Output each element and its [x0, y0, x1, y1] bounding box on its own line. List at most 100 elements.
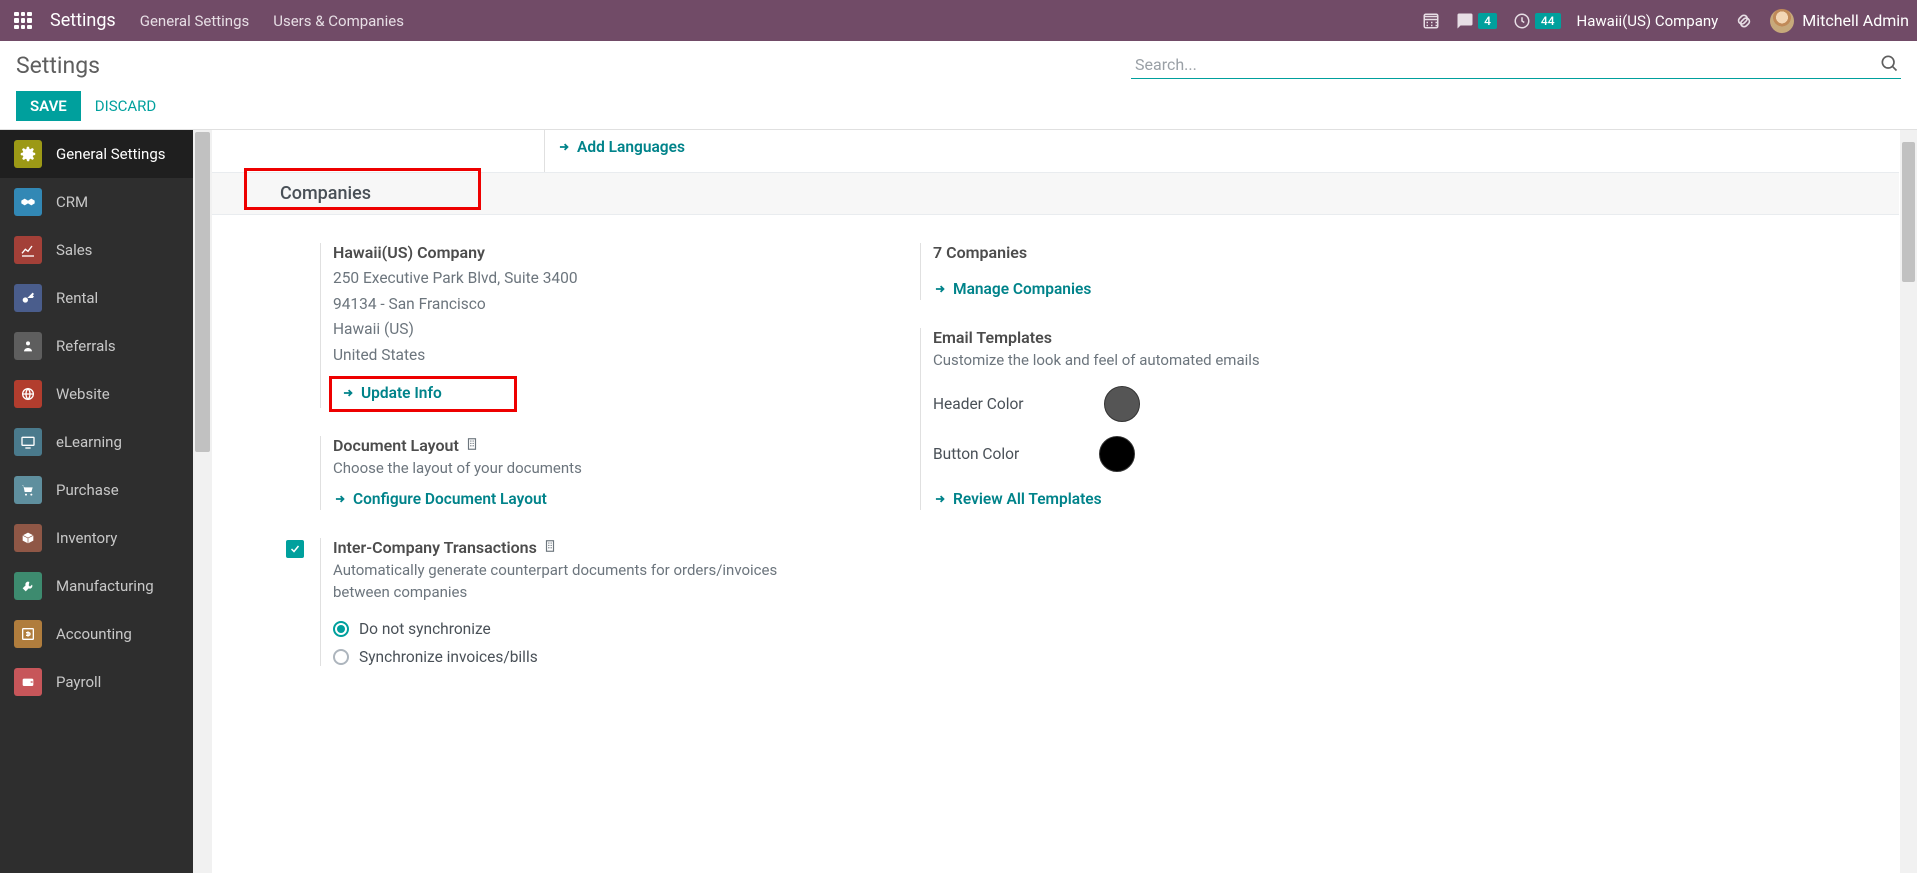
key-icon	[14, 284, 42, 312]
avatar	[1770, 9, 1794, 33]
cp-bottom: SAVE DISCARD	[16, 79, 1901, 129]
radio-sync-inv[interactable]: Synchronize invoices/bills	[333, 648, 832, 666]
content-scrollbar[interactable]	[1900, 130, 1917, 873]
settings-sidebar: General Settings CRM Sales Rental Referr…	[0, 130, 212, 873]
company-address: 250 Executive Park Blvd, Suite 3400 9413…	[333, 266, 832, 368]
review-templates-label: Review All Templates	[953, 490, 1102, 508]
apps-menu-icon[interactable]	[14, 12, 32, 30]
sidebar-item-label: Referrals	[56, 337, 116, 355]
gear-icon	[14, 140, 42, 168]
button-color-row: Button Color	[933, 436, 1432, 472]
voip-icon[interactable]	[1422, 12, 1440, 30]
sidebar-item-purchase[interactable]: Purchase	[0, 466, 212, 514]
topbar: Settings General Settings Users & Compan…	[0, 0, 1917, 41]
main: General Settings CRM Sales Rental Referr…	[0, 129, 1917, 873]
radio-label: Do not synchronize	[359, 620, 491, 638]
sidebar-item-label: eLearning	[56, 433, 122, 451]
user-name: Mitchell Admin	[1802, 11, 1909, 30]
update-info-label: Update Info	[361, 384, 442, 402]
activities-icon[interactable]: 44	[1513, 12, 1561, 30]
messages-badge: 4	[1478, 13, 1497, 29]
arrow-right-icon	[557, 140, 571, 154]
person-icon	[14, 332, 42, 360]
empty-chk	[272, 436, 304, 510]
sidebar-item-crm[interactable]: CRM	[0, 178, 212, 226]
save-button[interactable]: SAVE	[16, 91, 81, 121]
doc-layout-block: Document Layout Choose the layout of you…	[272, 436, 832, 510]
menu-general-settings[interactable]: General Settings	[140, 12, 250, 30]
doc-layout-title: Document Layout	[333, 436, 832, 455]
empty-chk	[872, 328, 904, 510]
sidebar-item-website[interactable]: Website	[0, 370, 212, 418]
sidebar-scrollbar[interactable]	[193, 130, 212, 873]
sidebar-item-label: Rental	[56, 289, 98, 307]
sidebar-item-manufacturing[interactable]: Manufacturing	[0, 562, 212, 610]
interco-title: Inter-Company Transactions	[333, 538, 832, 557]
sidebar-item-payroll[interactable]: Payroll	[0, 658, 212, 706]
screen-icon	[14, 428, 42, 456]
radio-icon	[333, 649, 349, 665]
chart-icon	[14, 236, 42, 264]
manage-companies-link[interactable]: Manage Companies	[933, 280, 1091, 298]
sidebar-item-label: Website	[56, 385, 110, 403]
search-input[interactable]	[1131, 51, 1901, 79]
interco-checkbox[interactable]	[286, 540, 304, 558]
cart-icon	[14, 476, 42, 504]
sidebar-item-rental[interactable]: Rental	[0, 274, 212, 322]
companies-count-block: 7 Companies Manage Companies	[872, 243, 1432, 300]
companies-settings-grid: Hawaii(US) Company 250 Executive Park Bl…	[212, 215, 1899, 694]
email-templates-block: Email Templates Customize the look and f…	[872, 328, 1432, 510]
sidebar-item-label: CRM	[56, 193, 88, 211]
manage-companies-label: Manage Companies	[953, 280, 1091, 298]
empty-chk	[272, 243, 304, 408]
header-color-swatch[interactable]	[1104, 386, 1140, 422]
radio-no-sync[interactable]: Do not synchronize	[333, 620, 832, 638]
company-switcher[interactable]: Hawaii(US) Company	[1577, 12, 1719, 30]
sidebar-item-label: Inventory	[56, 529, 117, 547]
wallet-icon	[14, 668, 42, 696]
search-icon[interactable]	[1879, 53, 1899, 77]
messages-icon[interactable]: 4	[1456, 12, 1497, 30]
sidebar-item-label: Accounting	[56, 625, 132, 643]
email-tpl-desc: Customize the look and feel of automated…	[933, 349, 1432, 372]
add-languages-link[interactable]: Add Languages	[557, 138, 685, 156]
arrow-right-icon	[341, 386, 355, 400]
settings-col-right: 7 Companies Manage Companies Email Templ…	[872, 243, 1432, 694]
sidebar-item-referrals[interactable]: Referrals	[0, 322, 212, 370]
debug-icon[interactable]	[1734, 11, 1754, 31]
topbar-right: 4 44 Hawaii(US) Company Mitchell Admin	[1422, 9, 1909, 33]
header-color-row: Header Color	[933, 386, 1432, 422]
menu-users-companies[interactable]: Users & Companies	[273, 12, 404, 30]
handshake-icon	[14, 188, 42, 216]
sidebar-item-general[interactable]: General Settings	[0, 130, 212, 178]
building-icon	[543, 538, 557, 557]
sidebar-item-elearning[interactable]: eLearning	[0, 418, 212, 466]
header-color-label: Header Color	[933, 395, 1024, 413]
user-menu[interactable]: Mitchell Admin	[1770, 9, 1909, 33]
review-templates-link[interactable]: Review All Templates	[933, 490, 1102, 508]
add-languages-row: Add Languages	[544, 130, 1899, 172]
button-color-swatch[interactable]	[1099, 436, 1135, 472]
settings-content: Add Languages Companies Hawaii(US) Compa…	[212, 130, 1917, 873]
sidebar-item-inventory[interactable]: Inventory	[0, 514, 212, 562]
sidebar-item-accounting[interactable]: Accounting	[0, 610, 212, 658]
wrench-icon	[14, 572, 42, 600]
email-tpl-title: Email Templates	[933, 328, 1432, 347]
radio-label: Synchronize invoices/bills	[359, 648, 538, 666]
update-info-link[interactable]: Update Info	[333, 378, 450, 408]
topbar-left: Settings General Settings Users & Compan…	[8, 10, 404, 31]
arrow-right-icon	[933, 282, 947, 296]
sidebar-item-label: Manufacturing	[56, 577, 154, 595]
sidebar-item-sales[interactable]: Sales	[0, 226, 212, 274]
app-title[interactable]: Settings	[50, 10, 116, 31]
empty-chk	[872, 243, 904, 300]
sidebar-item-label: Sales	[56, 241, 92, 259]
companies-count: 7 Companies	[933, 243, 1432, 262]
money-icon	[14, 620, 42, 648]
interco-chk-wrap	[272, 538, 304, 666]
page-title: Settings	[16, 52, 100, 79]
configure-doc-layout-link[interactable]: Configure Document Layout	[333, 490, 547, 508]
discard-button[interactable]: DISCARD	[95, 97, 156, 115]
doc-layout-desc: Choose the layout of your documents	[333, 457, 832, 480]
search-wrap	[1131, 51, 1901, 79]
